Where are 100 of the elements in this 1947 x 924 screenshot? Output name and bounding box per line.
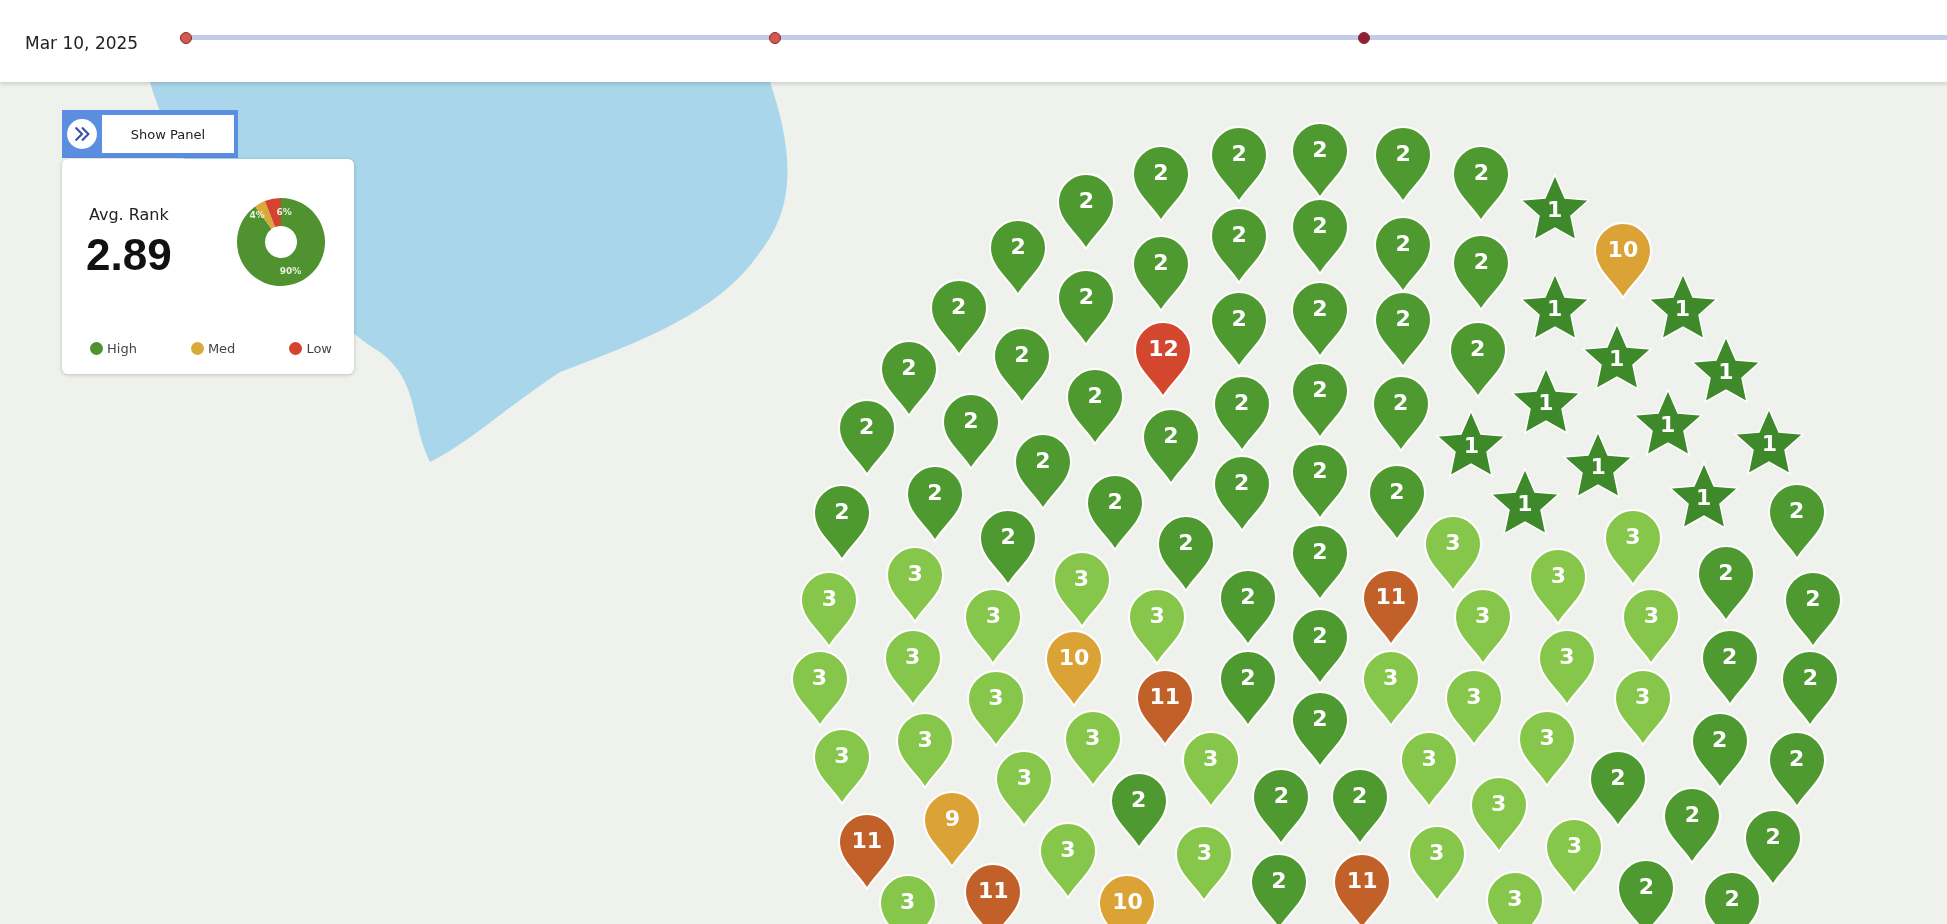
map-pin[interactable]: 2: [1085, 472, 1146, 551]
map-pin[interactable]: 2: [1587, 748, 1648, 827]
map-pin[interactable]: 2: [941, 392, 1001, 471]
star-marker[interactable]: 1: [1631, 387, 1704, 458]
map-pin[interactable]: 2: [1211, 454, 1272, 533]
map-pin[interactable]: 3: [1180, 729, 1241, 808]
map-pin[interactable]: 2: [1131, 234, 1191, 313]
map-pin[interactable]: 2: [1447, 320, 1508, 399]
map-pin[interactable]: 2: [1366, 462, 1427, 541]
star-marker[interactable]: 1: [1518, 173, 1591, 244]
map-pin[interactable]: 2: [1289, 197, 1350, 276]
map-pin[interactable]: 2: [1289, 280, 1350, 359]
map-pin[interactable]: 3: [1468, 774, 1529, 853]
map-pin[interactable]: 3: [895, 711, 956, 790]
map-pin[interactable]: 2: [1065, 367, 1126, 446]
map-pin[interactable]: 10: [1097, 872, 1158, 924]
map-pin[interactable]: 2: [978, 507, 1039, 586]
map-pin[interactable]: 3: [1422, 513, 1483, 592]
map-pin[interactable]: 2: [878, 338, 939, 417]
map-pin[interactable]: 3: [1127, 587, 1188, 666]
map-pin[interactable]: 2: [836, 398, 897, 477]
timeline-stop[interactable]: [769, 32, 782, 44]
star-marker[interactable]: 1: [1518, 272, 1591, 343]
star-marker[interactable]: 1: [1580, 322, 1653, 393]
map-pin[interactable]: 2: [1248, 851, 1309, 924]
map-pin[interactable]: 11: [1360, 568, 1421, 647]
map-pin[interactable]: 2: [1616, 857, 1677, 924]
map-pin[interactable]: 2: [1699, 628, 1760, 707]
star-marker[interactable]: 1: [1646, 272, 1719, 343]
map-pin[interactable]: 9: [922, 789, 983, 868]
map-pin[interactable]: 3: [965, 669, 1026, 748]
map-pin[interactable]: 11: [1134, 667, 1195, 746]
map-pin[interactable]: 2: [1056, 268, 1117, 346]
map-pin[interactable]: 3: [811, 727, 872, 806]
map-pin[interactable]: 2: [1373, 214, 1434, 293]
map-pin[interactable]: 3: [994, 748, 1055, 827]
timeline-stop[interactable]: [1358, 32, 1371, 44]
map-pin[interactable]: 3: [1051, 549, 1112, 628]
map-pin[interactable]: 11: [963, 861, 1024, 924]
map-pin[interactable]: 2: [1209, 125, 1270, 204]
star-marker[interactable]: 1: [1488, 467, 1561, 538]
map-pin[interactable]: 10: [1592, 220, 1653, 299]
map-pin[interactable]: 12: [1133, 320, 1194, 399]
map-pin[interactable]: 3: [1517, 708, 1578, 787]
map-pin[interactable]: 11: [836, 811, 897, 890]
double-chevron-icon[interactable]: [66, 118, 98, 150]
map-pin[interactable]: 2: [1289, 690, 1350, 769]
map-pin[interactable]: 2: [1702, 870, 1763, 924]
map-pin[interactable]: 3: [885, 544, 946, 623]
map-pin[interactable]: 2: [1209, 290, 1270, 369]
star-marker[interactable]: 1: [1562, 430, 1635, 501]
map-pin[interactable]: 2: [1251, 767, 1312, 846]
map-pin[interactable]: 3: [1544, 816, 1605, 895]
map-pin[interactable]: 2: [1782, 569, 1843, 648]
star-marker[interactable]: 1: [1509, 365, 1582, 436]
map-pin[interactable]: 2: [988, 218, 1049, 297]
map-pin[interactable]: 2: [1289, 361, 1350, 440]
map-pin[interactable]: 2: [1131, 143, 1191, 222]
map-pin[interactable]: 3: [1399, 729, 1460, 808]
map-pin[interactable]: 3: [1062, 708, 1123, 787]
map-pin[interactable]: 3: [1484, 870, 1545, 924]
map-pin[interactable]: 3: [877, 872, 938, 924]
map-pin[interactable]: 11: [1332, 851, 1393, 924]
map-pin[interactable]: 2: [1289, 522, 1350, 601]
star-marker[interactable]: 1: [1733, 406, 1806, 477]
map-pin[interactable]: 3: [789, 649, 850, 728]
map-pin[interactable]: 3: [1443, 667, 1504, 746]
map-pin[interactable]: 2: [1373, 290, 1434, 369]
map-pin[interactable]: 3: [1621, 587, 1682, 666]
map-pin[interactable]: 3: [1452, 587, 1513, 666]
map-pin[interactable]: 10: [1044, 629, 1105, 708]
map-pin[interactable]: 2: [905, 464, 965, 543]
map-pin[interactable]: 2: [1289, 441, 1350, 520]
map-pin[interactable]: 2: [1766, 729, 1827, 808]
map-pin[interactable]: 3: [1612, 667, 1673, 746]
map-pin[interactable]: 3: [1537, 628, 1597, 707]
map-pin[interactable]: 2: [1370, 373, 1431, 452]
map-pin[interactable]: 2: [1209, 205, 1270, 284]
map-pin[interactable]: 2: [1662, 785, 1723, 864]
map-pin[interactable]: 2: [1695, 543, 1756, 622]
map-pin[interactable]: 2: [1766, 481, 1827, 560]
map-pin[interactable]: 2: [1056, 172, 1117, 251]
map-pin[interactable]: 2: [1108, 770, 1169, 849]
map-pin[interactable]: 3: [1037, 820, 1098, 899]
map-pin[interactable]: 2: [1013, 431, 1073, 510]
map-pin[interactable]: 3: [1528, 547, 1589, 626]
map-pin[interactable]: 2: [991, 326, 1052, 405]
star-marker[interactable]: 1: [1667, 461, 1740, 532]
map-pin[interactable]: 2: [1211, 373, 1272, 452]
map-pin[interactable]: 3: [1360, 649, 1421, 728]
map-pin[interactable]: 2: [1451, 233, 1512, 312]
map-pin[interactable]: 2: [1217, 649, 1278, 728]
map-pin[interactable]: 2: [1329, 767, 1390, 846]
map-pin[interactable]: 2: [1780, 649, 1841, 728]
map-pin[interactable]: 2: [1373, 125, 1434, 204]
show-panel-button[interactable]: Show Panel: [102, 115, 234, 153]
map-pin[interactable]: 2: [1140, 407, 1201, 486]
star-marker[interactable]: 1: [1689, 334, 1762, 405]
timeline-stop[interactable]: [180, 32, 193, 44]
map-pin[interactable]: 3: [1602, 507, 1663, 586]
